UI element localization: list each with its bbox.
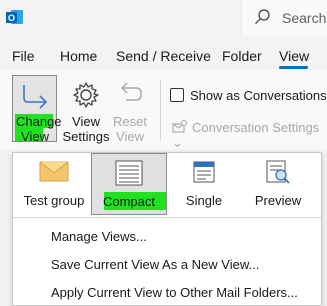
gear-icon [73, 82, 99, 108]
svg-text:O: O [8, 13, 15, 23]
tab-file[interactable]: File [12, 48, 35, 64]
change-view-button[interactable]: Change View ⌄ [12, 75, 62, 159]
change-view-label-2: View ⌄ [16, 129, 54, 159]
show-as-conversations-label: Show as Conversations [190, 88, 327, 103]
change-view-dropdown: Test group Compact Single Preview Manage… [12, 152, 322, 306]
view-option-label: Single [185, 193, 223, 208]
single-list-icon [193, 161, 215, 183]
reset-view-button[interactable]: Reset View [112, 78, 148, 144]
view-option-single[interactable]: Single [169, 153, 239, 215]
chevron-down-icon: ⌄ [172, 135, 183, 150]
outlook-logo-icon: O [6, 10, 23, 24]
view-settings-label: View [72, 114, 100, 129]
menu-divider [13, 217, 321, 218]
reset-view-label: Reset [113, 114, 147, 129]
tab-view[interactable]: View [279, 48, 309, 64]
view-option-preview[interactable]: Preview [243, 153, 313, 215]
conversation-settings-button[interactable]: Conversation Settings ⌄ [172, 120, 327, 151]
ribbon-tabs: File Home Send / Receive Folder View [0, 40, 327, 70]
preview-icon [266, 160, 290, 184]
change-view-label: Change [16, 114, 62, 129]
title-bar: O Search [0, 0, 327, 36]
group-divider [160, 80, 161, 140]
view-option-label: Test group [23, 193, 85, 208]
change-view-icon [23, 85, 48, 109]
view-settings-label-2: Settings [62, 129, 110, 144]
undo-icon [120, 82, 142, 101]
show-as-conversations-checkbox[interactable]: Show as Conversations [170, 88, 327, 103]
view-option-compact[interactable]: Compact [91, 153, 167, 215]
save-current-view-menu-item[interactable]: Save Current View As a New View... [51, 257, 259, 272]
reset-view-label-2: View [116, 129, 144, 144]
view-settings-button[interactable]: View Settings [62, 78, 110, 144]
active-tab-indicator [279, 66, 308, 69]
tab-home[interactable]: Home [60, 48, 97, 64]
tab-folder[interactable]: Folder [222, 48, 262, 64]
conversation-settings-label: Conversation Settings [192, 120, 320, 135]
view-option-test-group[interactable]: Test group [19, 153, 89, 215]
conversation-settings-icon [172, 120, 187, 133]
search-icon [255, 9, 270, 24]
search-box[interactable]: Search [241, 0, 327, 36]
search-placeholder: Search [282, 10, 327, 26]
view-option-label: Compact [102, 194, 156, 209]
view-option-label: Preview [254, 193, 302, 208]
manage-views-menu-item[interactable]: Manage Views... [51, 229, 147, 244]
compact-list-icon [115, 160, 143, 186]
view-gallery: Test group Compact Single Preview [13, 153, 321, 217]
tab-send-receive[interactable]: Send / Receive [116, 48, 211, 64]
envelope-icon [39, 161, 69, 182]
checkbox-box[interactable] [170, 88, 184, 102]
apply-current-view-menu-item[interactable]: Apply Current View to Other Mail Folders… [51, 285, 298, 300]
